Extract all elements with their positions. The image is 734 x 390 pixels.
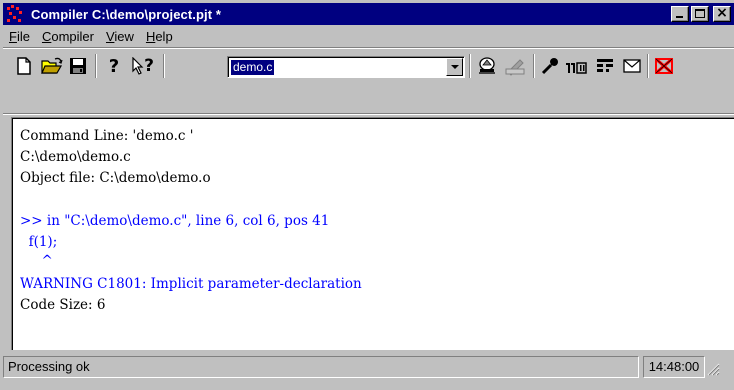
output-pane[interactable]: Command Line: 'demo.c ' C:\demo\demo.c O…	[11, 117, 734, 350]
maximize-button[interactable]	[691, 6, 709, 22]
status-message: Processing ok	[3, 356, 639, 378]
message-settings-button[interactable]	[593, 55, 617, 77]
compile-button[interactable]	[475, 55, 499, 77]
source-file-value: demo.c	[231, 60, 275, 75]
bits-icon	[566, 62, 587, 74]
stop-button[interactable]	[653, 55, 675, 77]
output-line: Code Size: 6	[20, 297, 106, 313]
close-button[interactable]: ×	[713, 5, 731, 22]
stop-cross-icon	[655, 57, 673, 75]
wrench-icon	[541, 58, 558, 75]
new-file-icon	[17, 57, 31, 75]
window-title: Compiler C:\demo\project.pjt *	[31, 6, 222, 22]
new-file-button[interactable]	[13, 55, 35, 77]
bit-settings-button[interactable]	[564, 55, 590, 77]
minimize-button[interactable]	[671, 6, 689, 22]
open-folder-icon	[41, 57, 63, 74]
dropdown-arrow-button[interactable]	[446, 58, 463, 76]
disabled-tool-button[interactable]	[503, 55, 527, 77]
toolbar-separator	[163, 54, 165, 78]
edit-disabled-icon	[505, 59, 525, 76]
toolbar-separator	[533, 54, 535, 78]
toolbar-separator	[647, 54, 649, 78]
context-help-question-icon: ?	[144, 56, 154, 76]
compiler-window: Compiler C:\demo\project.pjt * × File Co…	[0, 0, 734, 390]
output-source-line: f(1);	[20, 234, 58, 250]
output-line: C:\demo\demo.c	[20, 149, 131, 165]
title-bar[interactable]: Compiler C:\demo\project.pjt * ×	[3, 3, 734, 25]
toolbar-separator	[469, 54, 471, 78]
output-line: Command Line: 'demo.c '	[20, 128, 194, 144]
app-icon	[5, 4, 25, 24]
resize-grip-icon[interactable]	[706, 362, 720, 376]
menu-view[interactable]: View	[100, 29, 140, 44]
output-warning[interactable]: WARNING C1801: Implicit parameter-declar…	[20, 276, 362, 292]
maximize-icon	[695, 9, 705, 18]
save-button[interactable]	[67, 55, 89, 77]
status-clock: 14:48:00	[643, 356, 705, 378]
menu-compiler[interactable]: Compiler	[36, 29, 100, 44]
output-error-location[interactable]: >> in "C:\demo\demo.c", line 6, col 6, p…	[20, 213, 329, 229]
source-file-combobox[interactable]: demo.c	[227, 56, 465, 78]
close-icon: ×	[716, 5, 728, 21]
toolbar-separator	[95, 54, 97, 78]
help-button[interactable]: ?	[103, 55, 125, 77]
open-file-button[interactable]	[39, 55, 65, 77]
menu-file[interactable]: File	[3, 29, 36, 44]
floppy-disk-icon	[70, 58, 86, 74]
send-mail-button[interactable]	[621, 55, 643, 77]
pointer-arrow-icon	[132, 57, 144, 75]
options-button[interactable]	[539, 55, 561, 77]
output-line: Object file: C:\demo\demo.o	[20, 170, 211, 186]
status-bar: Processing ok 14:48:00	[3, 354, 734, 384]
compile-icon	[479, 57, 495, 74]
menu-help[interactable]: Help	[140, 29, 179, 44]
menu-bar: File Compiler View Help	[3, 25, 734, 47]
context-help-button[interactable]: ?	[129, 55, 157, 77]
toolbar: ? ? demo.c	[3, 49, 734, 83]
output-caret-marker: ^	[20, 253, 53, 269]
toolbar-divider	[3, 113, 734, 115]
minimize-icon	[676, 16, 683, 18]
help-icon: ?	[108, 55, 120, 77]
envelope-icon	[623, 59, 641, 73]
message-list-icon	[597, 59, 613, 72]
